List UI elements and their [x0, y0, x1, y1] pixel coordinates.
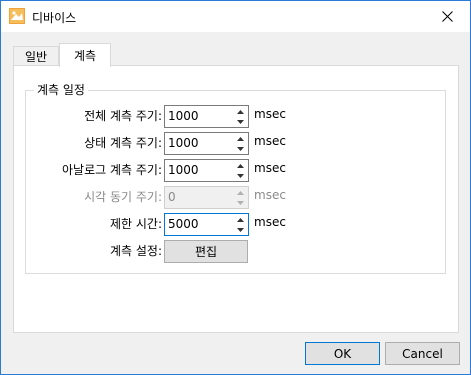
time-sync-interval-unit: msec — [254, 188, 286, 202]
tab-measurement[interactable]: 계측 — [59, 43, 111, 67]
spin-down-icon[interactable] — [234, 117, 246, 126]
tab-general[interactable]: 일반 — [13, 46, 59, 66]
timeout-input[interactable] — [165, 214, 232, 233]
tab-panel-measurement: 계측 일정 전체 계측 주기: msec 상태 계측 주기: msec 아날로그… — [13, 65, 459, 333]
close-button[interactable] — [424, 1, 470, 32]
group-title: 계측 일정 — [34, 81, 88, 98]
edit-button[interactable]: 편집 — [164, 240, 248, 263]
total-interval-input[interactable] — [165, 106, 232, 125]
analog-interval-input[interactable] — [165, 160, 232, 179]
spin-up-icon[interactable] — [234, 161, 246, 170]
analog-interval-unit: msec — [254, 161, 286, 175]
ok-button-label: OK — [333, 346, 352, 361]
spin-up-icon[interactable] — [234, 107, 246, 116]
spin-down-icon[interactable] — [234, 171, 246, 180]
spin-down-icon[interactable] — [234, 225, 246, 234]
dialog-window: 디바이스 일반 계측 계측 일정 전체 계측 주기: msec 상태 계측 주기… — [0, 0, 471, 375]
edit-button-label: 편집 — [194, 245, 218, 259]
status-interval-spinbox[interactable] — [164, 132, 249, 155]
analog-interval-label: 아날로그 계측 주기: — [62, 163, 162, 177]
status-interval-label: 상태 계측 주기: — [84, 136, 162, 150]
total-interval-unit: msec — [254, 107, 286, 121]
title-bar: 디바이스 — [1, 1, 470, 32]
tab-general-label: 일반 — [24, 50, 48, 64]
time-sync-interval-input — [165, 187, 232, 206]
ok-button[interactable]: OK — [305, 342, 380, 365]
spin-up-icon[interactable] — [234, 215, 246, 224]
status-interval-unit: msec — [254, 134, 286, 148]
measurement-settings-label: 계측 설정: — [109, 244, 162, 258]
time-sync-interval-label: 시각 동기 주기: — [84, 190, 162, 204]
spin-down-icon — [234, 198, 246, 207]
tab-measurement-label: 계측 — [73, 49, 97, 63]
total-interval-spinbox[interactable] — [164, 105, 249, 128]
timeout-spinbox[interactable] — [164, 213, 249, 236]
spin-up-icon — [234, 188, 246, 197]
close-icon — [441, 11, 453, 22]
time-sync-interval-spinbox — [164, 186, 249, 209]
total-interval-label: 전체 계측 주기: — [84, 109, 162, 123]
spin-up-icon[interactable] — [234, 134, 246, 143]
timeout-unit: msec — [254, 215, 286, 229]
timeout-label: 제한 시간: — [109, 217, 162, 231]
window-title: 디바이스 — [32, 11, 77, 25]
analog-interval-spinbox[interactable] — [164, 159, 249, 182]
app-icon — [9, 8, 25, 24]
cancel-button[interactable]: Cancel — [385, 342, 460, 365]
cancel-button-label: Cancel — [402, 346, 443, 361]
spin-down-icon[interactable] — [234, 144, 246, 153]
status-interval-input[interactable] — [165, 133, 232, 152]
